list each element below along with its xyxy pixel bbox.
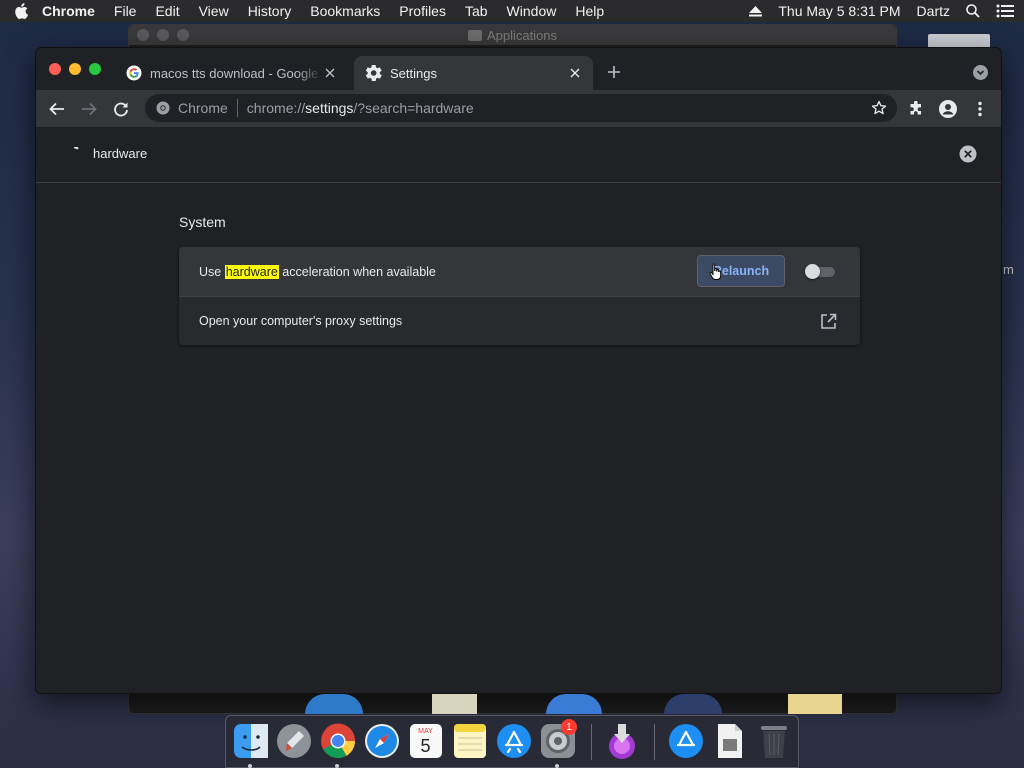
running-indicator: [555, 764, 559, 768]
proxy-settings-label: Open your computer's proxy settings: [199, 314, 403, 328]
close-window-button[interactable]: [49, 63, 61, 75]
menu-bookmarks[interactable]: Bookmarks: [310, 3, 380, 19]
background-window-icon: [546, 694, 602, 714]
document-icon[interactable]: [711, 722, 748, 760]
eject-icon[interactable]: [749, 5, 763, 17]
menu-bar: Chrome File Edit View History Bookmarks …: [0, 0, 1024, 22]
tab-strip: macos tts download - Google S Settings: [36, 48, 1001, 90]
url-scheme: chrome://: [246, 100, 306, 116]
settings-search-input[interactable]: hardware: [93, 146, 147, 161]
close-icon[interactable]: [567, 65, 583, 81]
finder-window-titlebar[interactable]: Applications: [129, 25, 896, 45]
google-chrome-icon[interactable]: [319, 722, 356, 760]
profile-avatar-icon[interactable]: [938, 99, 958, 119]
browser-toolbar: Chrome chrome:// settings /?search=hardw…: [36, 90, 1001, 127]
menu-tab[interactable]: Tab: [465, 3, 488, 19]
new-tab-plus-icon[interactable]: [606, 64, 622, 80]
reload-icon[interactable]: [111, 99, 131, 119]
background-window-text: m: [1003, 262, 1014, 277]
calendar-month: MAY: [418, 728, 433, 735]
dock-divider: [591, 724, 592, 760]
external-link-icon[interactable]: [820, 313, 837, 330]
notes-icon[interactable]: [451, 722, 488, 760]
section-title-system: System: [179, 214, 226, 230]
menu-window[interactable]: Window: [507, 3, 557, 19]
background-window-icon: [305, 694, 363, 714]
proxy-settings-row[interactable]: Open your computer's proxy settings: [179, 296, 860, 345]
close-icon[interactable]: [322, 65, 338, 81]
chrome-site-icon: [156, 101, 170, 115]
chrome-window: macos tts download - Google S Settings C…: [35, 47, 1002, 694]
calendar-icon[interactable]: MAY 5: [407, 722, 444, 760]
menu-edit[interactable]: Edit: [155, 3, 179, 19]
apple-icon[interactable]: [14, 3, 42, 19]
menu-clock[interactable]: Thu May 5 8:31 PM: [778, 3, 900, 19]
running-indicator: [335, 764, 339, 768]
menu-profiles[interactable]: Profiles: [399, 3, 446, 19]
menu-user[interactable]: Dartz: [917, 3, 950, 19]
tab-search-chevron-icon[interactable]: [973, 65, 988, 80]
maximize-window-button[interactable]: [89, 63, 101, 75]
loading-spinner-icon: [68, 146, 82, 161]
spotlight-icon[interactable]: [966, 4, 980, 18]
address-bar[interactable]: Chrome chrome:// settings /?search=hardw…: [145, 94, 897, 122]
site-chip-label: Chrome: [178, 100, 228, 116]
safari-icon[interactable]: [363, 722, 400, 760]
menu-view[interactable]: View: [199, 3, 229, 19]
background-window-icon: [432, 694, 477, 714]
finder-window-title: Applications: [486, 27, 558, 43]
tab-google-search[interactable]: macos tts download - Google S: [114, 56, 348, 90]
menu-help[interactable]: Help: [575, 3, 604, 19]
url-path: /?search=hardware: [353, 100, 474, 116]
notification-badge: 1: [561, 719, 577, 735]
folder-icon: [467, 29, 482, 41]
menu-history[interactable]: History: [248, 3, 292, 19]
launchpad-icon[interactable]: [275, 722, 312, 760]
menu-app-name[interactable]: Chrome: [42, 3, 95, 19]
kebab-menu-icon[interactable]: [970, 99, 990, 119]
hardware-acceleration-toggle[interactable]: [805, 264, 835, 279]
forward-arrow-icon[interactable]: [79, 99, 99, 119]
dock-divider: [654, 724, 655, 760]
tab-title: macos tts download - Google S: [150, 65, 322, 81]
minimize-window-button[interactable]: [69, 63, 81, 75]
bookmark-star-icon[interactable]: [871, 100, 887, 116]
tab-title: Settings: [390, 65, 437, 81]
extensions-puzzle-icon[interactable]: [906, 99, 926, 119]
background-window-icon: [788, 694, 842, 714]
app-store-icon[interactable]: [495, 722, 532, 760]
desktop-drive-icon[interactable]: [928, 34, 990, 48]
clear-search-icon[interactable]: [959, 145, 977, 163]
trash-icon[interactable]: [755, 722, 792, 760]
hand-cursor-icon: [709, 263, 723, 281]
running-indicator: [248, 764, 252, 768]
tab-settings[interactable]: Settings: [354, 56, 593, 90]
background-window-icon: [664, 694, 722, 714]
toggle-knob: [805, 264, 820, 279]
label-prefix: Use: [199, 264, 225, 279]
omnibox-divider: [236, 99, 238, 117]
notification-center-icon[interactable]: [996, 4, 1014, 18]
calendar-day: 5: [420, 736, 431, 756]
search-highlight: hardware: [224, 264, 279, 279]
google-icon: [126, 65, 142, 81]
url-host: settings: [305, 100, 354, 116]
dock: MAY 5 1: [225, 715, 799, 768]
system-preferences-icon[interactable]: 1: [539, 719, 577, 760]
gear-icon: [365, 65, 382, 81]
installer-download-icon[interactable]: [603, 722, 640, 760]
window-controls: [49, 63, 101, 75]
label-suffix: acceleration when available: [278, 264, 436, 279]
back-arrow-icon[interactable]: [47, 99, 67, 119]
hardware-acceleration-label: Use hardware acceleration when available: [199, 264, 436, 279]
app-store-folder-icon[interactable]: [667, 722, 704, 760]
settings-content: System Use hardware acceleration when av…: [36, 183, 1001, 693]
hardware-acceleration-row[interactable]: Use hardware acceleration when available…: [179, 247, 860, 296]
menu-file[interactable]: File: [114, 3, 137, 19]
finder-icon[interactable]: [232, 722, 269, 760]
finder-window-controls: [137, 29, 189, 41]
system-settings-card: Use hardware acceleration when available…: [179, 247, 860, 345]
settings-search-bar[interactable]: hardware: [36, 127, 1001, 183]
